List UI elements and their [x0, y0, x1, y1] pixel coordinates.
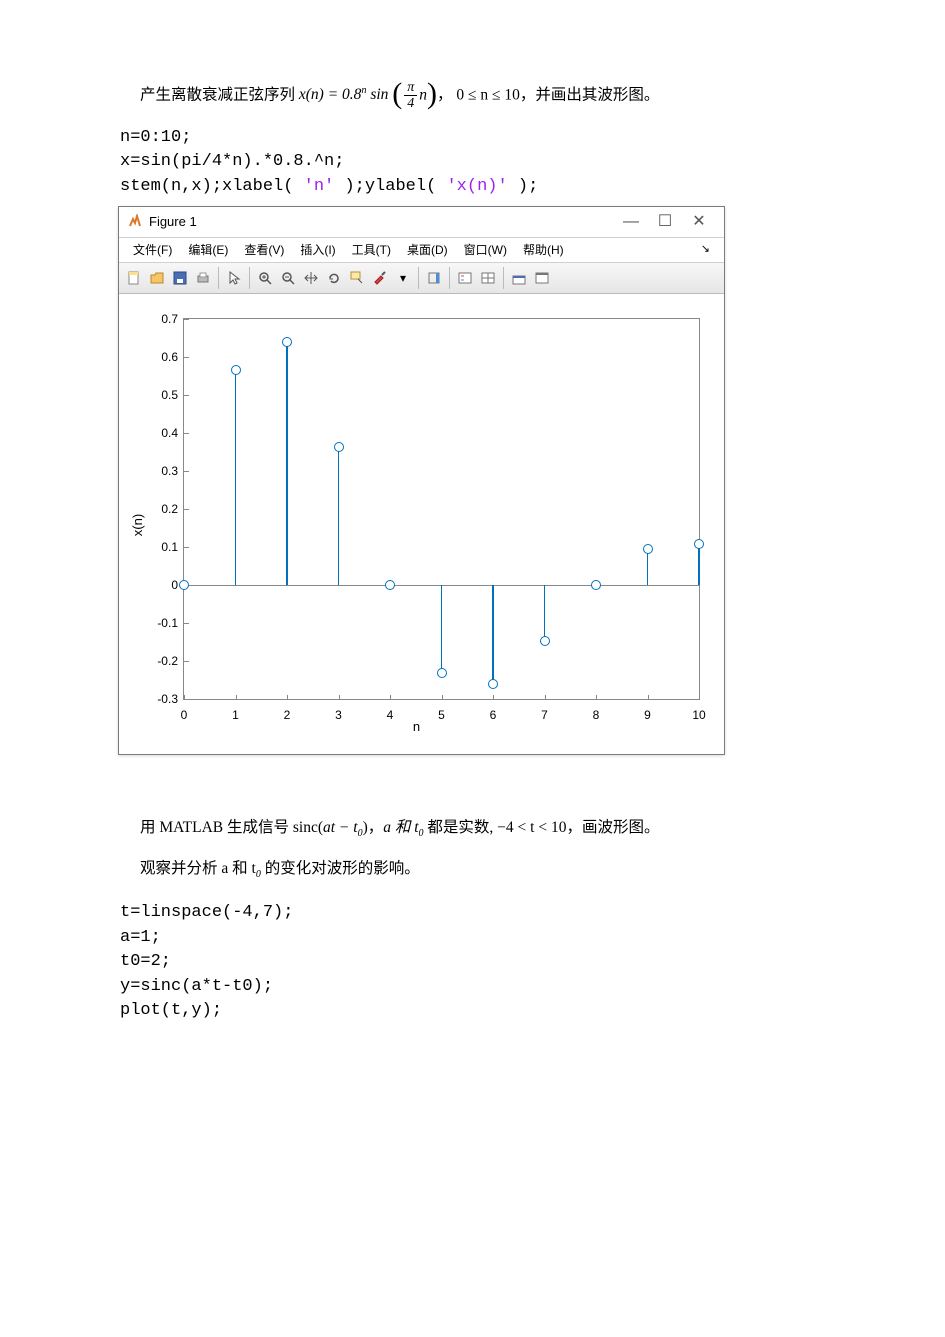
colorbar-icon[interactable] [423, 267, 445, 289]
ytick-label: 0.4 [161, 423, 178, 443]
ytick-label: -0.2 [157, 651, 178, 671]
legend-icon[interactable] [454, 267, 476, 289]
save-icon[interactable] [169, 267, 191, 289]
minimize-button[interactable]: — [614, 207, 648, 237]
stem-marker [643, 544, 653, 554]
ytick-label: 0.5 [161, 385, 178, 405]
titlebar: Figure 1 — ☐ ✕ [119, 207, 724, 238]
ytick-label: -0.3 [157, 689, 178, 709]
stem-line [698, 544, 700, 585]
xtick-label: 8 [593, 705, 600, 725]
stem-line [492, 585, 494, 685]
close-button[interactable]: ✕ [682, 207, 716, 237]
stem-marker [540, 636, 550, 646]
stem-marker [231, 365, 241, 375]
pan-icon[interactable] [300, 267, 322, 289]
pointer-icon[interactable] [223, 267, 245, 289]
link-icon[interactable]: ▾ [392, 267, 414, 289]
stem-marker [437, 668, 447, 678]
menu-view[interactable]: 查看(V) [236, 240, 292, 260]
fraction: π4 [404, 80, 417, 112]
toolbar: ▾ [119, 263, 724, 294]
brush-icon[interactable] [369, 267, 391, 289]
problem2-line1: 用 MATLAB 生成信号 sinc(at − t0)，a 和 t0 都是实数,… [140, 815, 855, 842]
datacursor-icon[interactable] [346, 267, 368, 289]
plot-area: x(n) n -0.3-0.2-0.100.10.20.30.40.50.60.… [119, 294, 724, 754]
stem-marker [385, 580, 395, 590]
zoom-in-icon[interactable] [254, 267, 276, 289]
menu-window[interactable]: 窗口(W) [456, 240, 515, 260]
layout-icon[interactable] [531, 267, 553, 289]
menu-desktop[interactable]: 桌面(D) [399, 240, 456, 260]
ylabel: x(n) [127, 514, 149, 536]
ytick-label: 0.2 [161, 499, 178, 519]
rparen: ) [427, 79, 437, 109]
menubar: 文件(F) 编辑(E) 查看(V) 插入(I) 工具(T) 桌面(D) 窗口(W… [119, 238, 724, 263]
rotate-icon[interactable] [323, 267, 345, 289]
xtick-label: 5 [438, 705, 445, 725]
stem-marker [488, 679, 498, 689]
menu-edit[interactable]: 编辑(E) [180, 240, 236, 260]
xtick-label: 7 [541, 705, 548, 725]
ytick-label: 0.6 [161, 347, 178, 367]
stem-line [338, 447, 340, 585]
stem-line [441, 585, 443, 673]
ytick-label: -0.1 [157, 613, 178, 633]
code-block-1: n=0:10; x=sin(pi/4*n).*0.8.^n; stem(n,x)… [120, 126, 855, 200]
menu-file[interactable]: 文件(F) [125, 240, 180, 260]
problem1-statement: 产生离散衰减正弦序列 x(n) = 0.8n sin (π4n)， 0 ≤ n … [140, 80, 855, 112]
annotation-icon[interactable] [477, 267, 499, 289]
stem-marker [591, 580, 601, 590]
text: 产生离散衰减正弦序列 [140, 86, 299, 103]
formula-lhs: x(n) = 0.8n sin [299, 86, 392, 103]
xtick-label: 2 [284, 705, 291, 725]
xtick-label: 0 [181, 705, 188, 725]
menu-help[interactable]: 帮助(H) [515, 240, 572, 260]
axes: -0.3-0.2-0.100.10.20.30.40.50.60.7012345… [183, 318, 700, 700]
code-block-2: t=linspace(-4,7); a=1; t0=2; y=sinc(a*t-… [120, 901, 855, 1024]
xtick-label: 4 [387, 705, 394, 725]
xtick-label: 6 [490, 705, 497, 725]
dock-icon[interactable] [508, 267, 530, 289]
matlab-icon [127, 214, 143, 230]
ytick-label: 0.3 [161, 461, 178, 481]
xtick-label: 9 [644, 705, 651, 725]
figure-window: Figure 1 — ☐ ✕ 文件(F) 编辑(E) 查看(V) 插入(I) 工… [118, 206, 725, 755]
menubar-more-icon[interactable]: ↘ [693, 240, 718, 259]
xlabel: n [413, 716, 420, 738]
range-text: ， 0 ≤ n ≤ 10，并画出其波形图。 [437, 86, 659, 103]
xtick-label: 1 [232, 705, 239, 725]
open-icon[interactable] [146, 267, 168, 289]
stem-line [286, 342, 288, 585]
problem2-line2: 观察并分析 a 和 t0 的变化对波形的影响。 [140, 856, 855, 883]
window-title: Figure 1 [149, 211, 614, 233]
maximize-button[interactable]: ☐ [648, 207, 682, 237]
xtick-label: 10 [692, 705, 705, 725]
problem2: 用 MATLAB 生成信号 sinc(at − t0)，a 和 t0 都是实数,… [120, 815, 855, 883]
stem-marker [334, 442, 344, 452]
stem-line [235, 370, 237, 585]
zoom-out-icon[interactable] [277, 267, 299, 289]
menu-tools[interactable]: 工具(T) [344, 240, 399, 260]
ytick-label: 0.7 [161, 309, 178, 329]
stem-line [647, 549, 649, 585]
ytick-label: 0.1 [161, 537, 178, 557]
lparen: ( [392, 79, 402, 109]
ytick-label: 0 [171, 575, 178, 595]
new-icon[interactable] [123, 267, 145, 289]
stem-marker [179, 580, 189, 590]
stem-marker [694, 539, 704, 549]
print-icon[interactable] [192, 267, 214, 289]
stem-line [544, 585, 546, 641]
stem-marker [282, 337, 292, 347]
xtick-label: 3 [335, 705, 342, 725]
menu-insert[interactable]: 插入(I) [292, 240, 343, 260]
